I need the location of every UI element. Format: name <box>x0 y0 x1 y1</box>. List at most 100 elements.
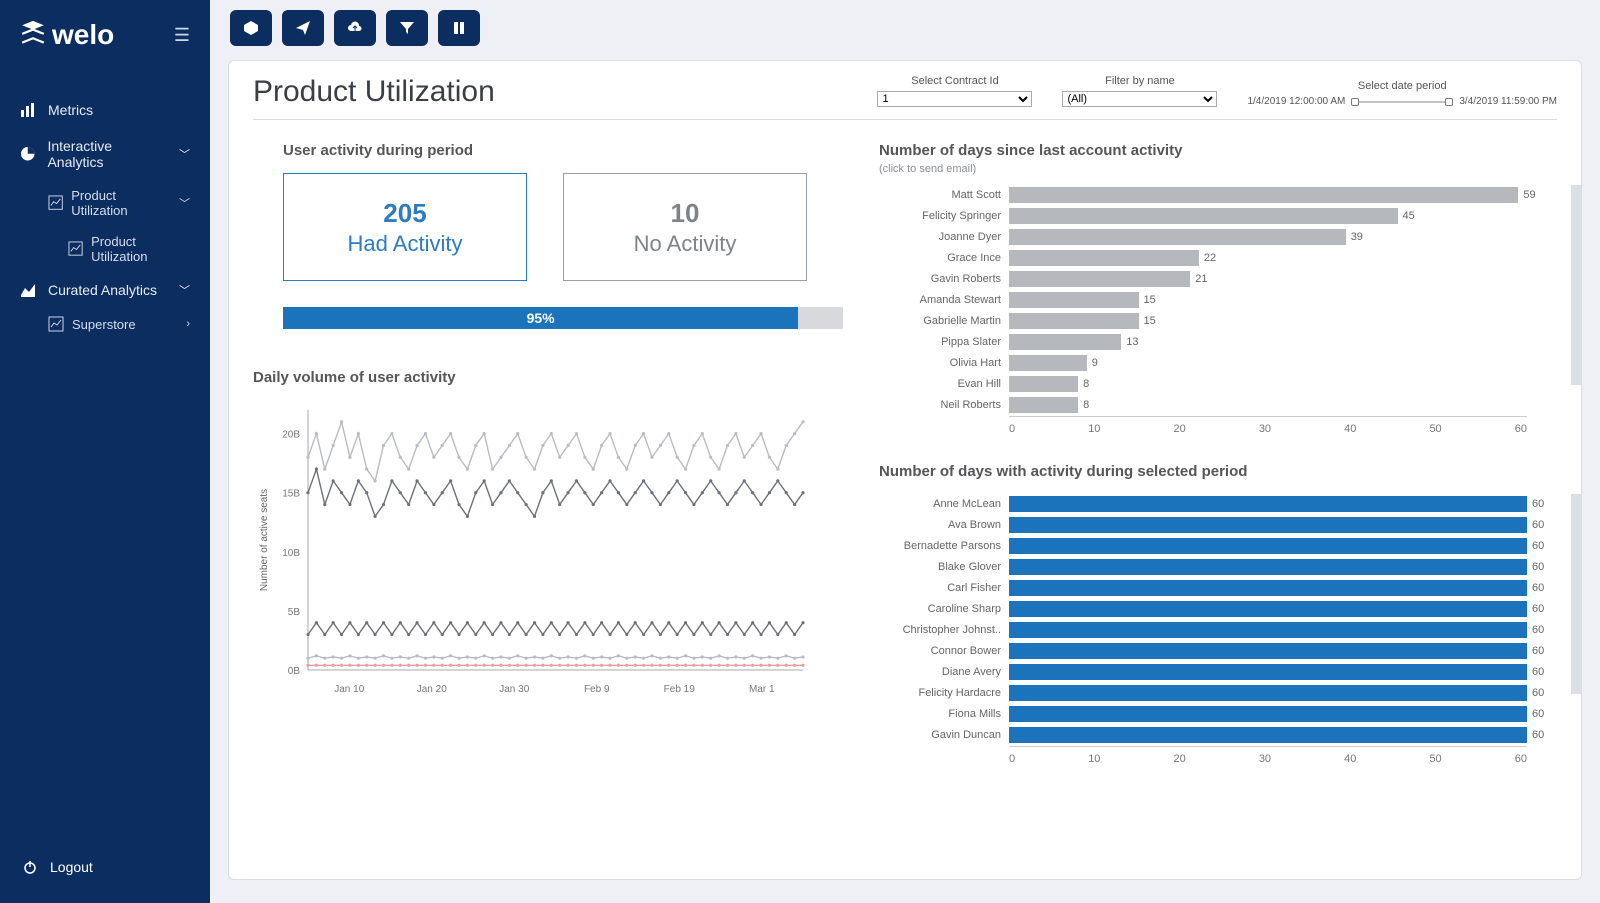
bar-fill: 45 <box>1009 208 1398 224</box>
nav-superstore-label: Superstore <box>72 317 136 332</box>
bar-value: 60 <box>1532 496 1544 512</box>
date-slider-start-knob[interactable] <box>1351 98 1359 106</box>
bar-row[interactable]: Christopher Johnst..60 <box>1009 620 1527 640</box>
toolbar-filter-button[interactable] <box>386 10 428 46</box>
columns-icon <box>451 20 467 36</box>
bar-row[interactable]: Gabrielle Martin15 <box>1009 311 1527 331</box>
pie-chart-icon <box>20 146 35 162</box>
nav-curated-analytics[interactable]: Curated Analytics ﹀ <box>0 272 210 308</box>
svg-text:0B: 0B <box>288 666 301 677</box>
bar-label: Joanne Dyer <box>879 231 1009 243</box>
svg-text:5B: 5B <box>288 607 301 618</box>
nav-superstore[interactable]: Superstore › <box>0 308 210 340</box>
bar-row[interactable]: Pippa Slater13 <box>1009 332 1527 352</box>
toolbar-upload-button[interactable] <box>334 10 376 46</box>
bar-fill: 60 <box>1009 643 1527 659</box>
bar-row[interactable]: Diane Avery60 <box>1009 662 1527 682</box>
bar-value: 13 <box>1126 334 1138 350</box>
svg-text:20B: 20B <box>282 430 300 441</box>
date-slider[interactable] <box>1353 99 1451 105</box>
toolbar-send-button[interactable] <box>282 10 324 46</box>
logout-label: Logout <box>50 859 93 875</box>
bar-fill: 60 <box>1009 727 1527 743</box>
bar-row[interactable]: Carl Fisher60 <box>1009 578 1527 598</box>
power-icon <box>22 859 38 875</box>
svg-text:Jan 30: Jan 30 <box>499 684 529 695</box>
bar-fill: 22 <box>1009 250 1199 266</box>
bar-row[interactable]: Anne McLean60 <box>1009 494 1527 514</box>
kpi-had-activity-label: Had Activity <box>348 231 463 257</box>
bar-label: Olivia Hart <box>879 357 1009 369</box>
bar-fill: 60 <box>1009 664 1527 680</box>
bar-row[interactable]: Amanda Stewart15 <box>1009 290 1527 310</box>
bar-row[interactable]: Caroline Sharp60 <box>1009 599 1527 619</box>
date-slider-end-knob[interactable] <box>1445 98 1453 106</box>
activity-progress-fill: 95% <box>283 307 798 329</box>
bar-fill: 60 <box>1009 559 1527 575</box>
bar-fill: 13 <box>1009 334 1121 350</box>
bar-value: 60 <box>1532 727 1544 743</box>
bar-row[interactable]: Evan Hill8 <box>1009 374 1527 394</box>
name-filter-label: Filter by name <box>1105 75 1175 87</box>
bar-row[interactable]: Blake Glover60 <box>1009 557 1527 577</box>
bar-fill: 8 <box>1009 376 1078 392</box>
bar-row[interactable]: Gavin Roberts21 <box>1009 269 1527 289</box>
bar-row[interactable]: Neil Roberts8 <box>1009 395 1527 415</box>
toolbar-pause-button[interactable] <box>438 10 480 46</box>
contract-select[interactable]: 1 <box>877 91 1032 107</box>
bar-row[interactable]: Connor Bower60 <box>1009 641 1527 661</box>
bar-row[interactable]: Felicity Springer45 <box>1009 206 1527 226</box>
svg-text:Jan 20: Jan 20 <box>417 684 447 695</box>
bar-row[interactable]: Felicity Hardacre60 <box>1009 683 1527 703</box>
bar-fill: 60 <box>1009 496 1527 512</box>
page-title: Product Utilization <box>253 75 495 109</box>
bar-row[interactable]: Bernadette Parsons60 <box>1009 536 1527 556</box>
bar-label: Blake Glover <box>879 561 1009 573</box>
bar-chart-icon <box>20 102 36 118</box>
chevron-right-icon: › <box>186 318 190 330</box>
svg-text:Jan 10: Jan 10 <box>334 684 364 695</box>
svg-text:15B: 15B <box>282 489 300 500</box>
cloud-upload-icon <box>347 20 363 36</box>
bar-value: 8 <box>1083 376 1089 392</box>
bar-row[interactable]: Fiona Mills60 <box>1009 704 1527 724</box>
sidebar: welo ☰ Metrics Interactive Analytics ﹀ <box>0 0 210 903</box>
nav-product-utilization-child[interactable]: Product Utilization <box>0 226 210 272</box>
bar-fill: 9 <box>1009 355 1087 371</box>
bar-row[interactable]: Joanne Dyer39 <box>1009 227 1527 247</box>
bar-label: Felicity Springer <box>879 210 1009 222</box>
scrollbar[interactable] <box>1571 185 1581 385</box>
x-axis: 0102030405060 <box>1009 416 1527 435</box>
bar-label: Ava Brown <box>879 519 1009 531</box>
days-since-title: Number of days since last account activi… <box>879 142 1557 159</box>
chart-box-icon <box>48 316 64 332</box>
bar-value: 60 <box>1532 580 1544 596</box>
nav-interactive-analytics[interactable]: Interactive Analytics ﹀ <box>0 128 210 180</box>
bar-value: 8 <box>1083 397 1089 413</box>
scrollbar[interactable] <box>1571 494 1581 694</box>
bar-row[interactable]: Matt Scott59 <box>1009 185 1527 205</box>
bar-fill: 60 <box>1009 685 1527 701</box>
nav-product-utilization[interactable]: Product Utilization ﹀ <box>0 180 210 226</box>
menu-toggle-icon[interactable]: ☰ <box>174 25 190 46</box>
bar-label: Carl Fisher <box>879 582 1009 594</box>
paper-plane-icon <box>295 20 311 36</box>
bar-label: Diane Avery <box>879 666 1009 678</box>
chart-box-icon <box>48 195 63 211</box>
bar-row[interactable]: Gavin Duncan60 <box>1009 725 1527 745</box>
brand-name: welo <box>52 19 114 51</box>
toolbar-cube-button[interactable] <box>230 10 272 46</box>
daily-volume-chart[interactable]: 0B5B10B15B20BNumber of active seatsJan 1… <box>253 400 813 700</box>
nav-metrics[interactable]: Metrics <box>0 92 210 128</box>
bar-fill: 60 <box>1009 538 1527 554</box>
bar-fill: 60 <box>1009 601 1527 617</box>
bar-label: Pippa Slater <box>879 336 1009 348</box>
logout-button[interactable]: Logout <box>0 841 210 893</box>
bar-value: 39 <box>1351 229 1363 245</box>
bar-row[interactable]: Grace Ince22 <box>1009 248 1527 268</box>
bar-row[interactable]: Olivia Hart9 <box>1009 353 1527 373</box>
name-select[interactable]: (All) <box>1062 91 1217 107</box>
bar-value: 59 <box>1523 187 1535 203</box>
bar-row[interactable]: Ava Brown60 <box>1009 515 1527 535</box>
bar-value: 15 <box>1144 292 1156 308</box>
